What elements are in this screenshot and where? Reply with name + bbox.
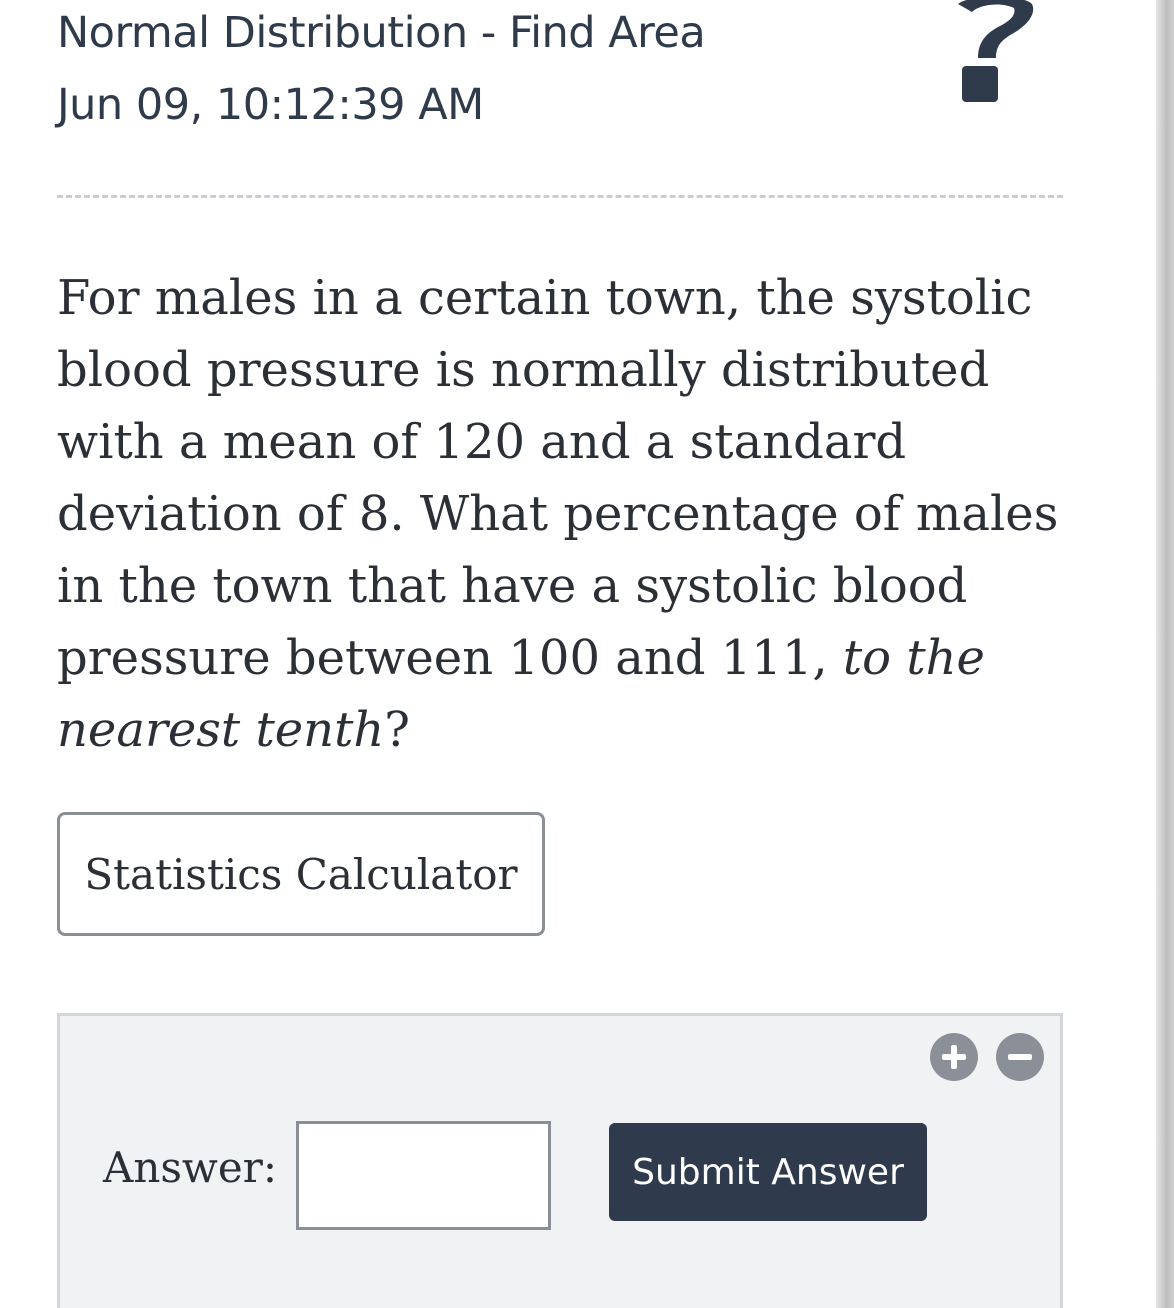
help-question-icon[interactable]	[950, 0, 1040, 110]
page-title: Normal Distribution - Find Area	[57, 8, 706, 58]
page: Normal Distribution - Find Area Jun 09, …	[0, 0, 1174, 1308]
zoom-in-icon[interactable]	[930, 1033, 978, 1081]
question-body: For males in a certain town, the systoli…	[57, 270, 1059, 686]
submit-answer-button[interactable]: Submit Answer	[609, 1123, 927, 1221]
answer-label: Answer:	[103, 1143, 277, 1192]
answer-input[interactable]	[296, 1121, 551, 1230]
statistics-calculator-button[interactable]: Statistics Calculator	[57, 812, 545, 936]
section-divider	[57, 195, 1063, 198]
timestamp: Jun 09, 10:12:39 AM	[57, 80, 484, 130]
scrollbar-gutter[interactable]	[1156, 0, 1174, 1308]
question-text: For males in a certain town, the systoli…	[57, 262, 1067, 766]
question-end: ?	[384, 702, 411, 758]
zoom-out-icon[interactable]	[996, 1033, 1044, 1081]
